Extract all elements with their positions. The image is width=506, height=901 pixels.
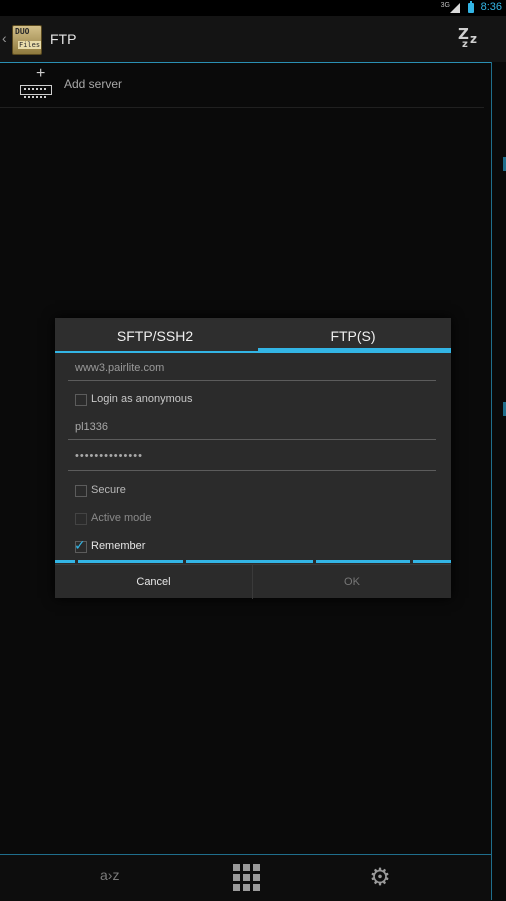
protocol-tabs: SFTP/SSH2 FTP(S) bbox=[55, 318, 451, 353]
ok-button[interactable]: OK bbox=[253, 565, 451, 599]
network-type: 3G bbox=[440, 2, 450, 9]
grid-icon[interactable] bbox=[233, 864, 260, 891]
scroll-edge-line bbox=[78, 560, 183, 563]
status-bar: 3G 8:36 bbox=[0, 0, 506, 16]
add-server-row[interactable]: + Add server bbox=[0, 63, 484, 108]
secure-checkbox-box bbox=[75, 485, 87, 497]
scroll-edge-line bbox=[186, 560, 313, 563]
side-panel-strip[interactable] bbox=[491, 62, 506, 900]
secure-label: Secure bbox=[91, 484, 126, 496]
tab-sftp-ssh2[interactable]: SFTP/SSH2 bbox=[55, 318, 255, 353]
app-icon[interactable]: DUO Files bbox=[12, 25, 42, 55]
username-value: pl1336 bbox=[75, 421, 109, 433]
add-server-label: Add server bbox=[64, 77, 123, 91]
sleep-zzz-icon[interactable]: Z z z bbox=[456, 25, 486, 55]
server-dialog: SFTP/SSH2 FTP(S) www3.pairlite.com Login… bbox=[55, 318, 451, 599]
username-field[interactable]: pl1336 bbox=[68, 415, 436, 440]
active-mode-label: Active mode bbox=[91, 512, 152, 524]
anonymous-checkbox-box bbox=[75, 394, 87, 406]
app-icon-text-bottom: Files bbox=[18, 41, 42, 49]
battery-icon bbox=[468, 1, 474, 13]
host-field[interactable]: www3.pairlite.com bbox=[68, 356, 436, 381]
password-value: •••••••••••••• bbox=[75, 450, 143, 462]
active-mode-checkbox-box bbox=[75, 513, 87, 525]
host-value: www3.pairlite.com bbox=[75, 362, 165, 374]
clock: 8:36 bbox=[480, 1, 502, 13]
action-bar: ‹ DUO Files FTP Z z z bbox=[0, 16, 506, 63]
page-title: FTP bbox=[50, 31, 77, 47]
scroll-edge-line bbox=[55, 560, 75, 563]
scroll-edge-line bbox=[413, 560, 451, 563]
anonymous-label: Login as anonymous bbox=[91, 393, 193, 405]
up-caret-icon[interactable]: ‹ bbox=[2, 30, 7, 46]
selected-tab-indicator bbox=[258, 348, 451, 353]
checkmark-icon: ✓ bbox=[74, 537, 86, 553]
remember-label: Remember bbox=[91, 540, 146, 552]
cancel-button[interactable]: Cancel bbox=[55, 565, 253, 599]
bottom-bar: a›z ⚙ bbox=[0, 854, 491, 901]
add-server-icon: + bbox=[20, 65, 52, 101]
sort-az-button[interactable]: a›z bbox=[100, 867, 119, 883]
scroll-edge-line bbox=[316, 560, 410, 563]
gear-icon[interactable]: ⚙ bbox=[367, 865, 393, 891]
signal-icon bbox=[450, 3, 460, 13]
password-field[interactable]: •••••••••••••• bbox=[68, 446, 436, 471]
dialog-buttons: Cancel OK bbox=[55, 564, 451, 599]
app-icon-text-top: DUO bbox=[15, 27, 30, 36]
